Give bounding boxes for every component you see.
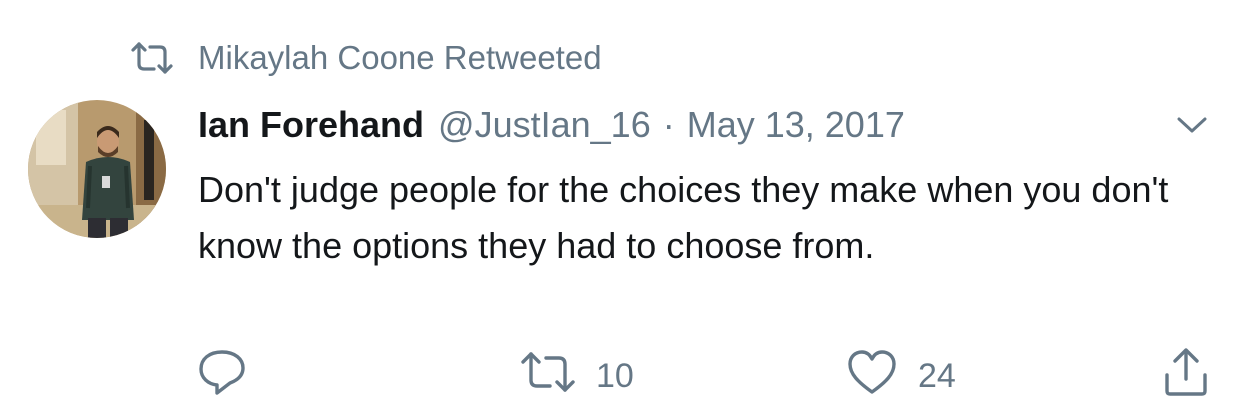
share-icon (1162, 347, 1210, 406)
retweet-count: 10 (596, 356, 634, 395)
share-button[interactable] (1162, 347, 1210, 406)
author-name[interactable]: Ian Forehand (198, 104, 424, 146)
retweet-context-text[interactable]: Mikaylah Coone Retweeted (198, 39, 602, 77)
reply-button[interactable] (196, 348, 268, 404)
retweet-context: Mikaylah Coone Retweeted (130, 36, 602, 80)
retweet-icon (130, 38, 174, 78)
like-count: 24 (918, 356, 956, 395)
author-handle[interactable]: @JustIan_16 (438, 104, 651, 146)
separator-dot: · (662, 104, 675, 145)
tweet-header: Ian Forehand @JustIan_16 · May 13, 2017 (198, 100, 905, 150)
like-button[interactable]: 24 (846, 348, 956, 404)
tweet-text: Don't judge people for the choices they … (198, 169, 1169, 266)
reply-icon (196, 347, 248, 406)
avatar[interactable] (28, 100, 166, 238)
retweet-icon (520, 350, 576, 403)
tweet-date[interactable]: May 13, 2017 (687, 104, 905, 146)
heart-icon (846, 348, 898, 405)
retweet-button[interactable]: 10 (520, 348, 634, 404)
tweet-actions: 10 24 (0, 347, 1242, 408)
tweet-card[interactable]: Mikaylah Coone Retweeted Ian Forehand @J… (0, 0, 1242, 419)
chevron-down-icon (1176, 115, 1208, 140)
tweet-menu-button[interactable] (1170, 112, 1214, 142)
